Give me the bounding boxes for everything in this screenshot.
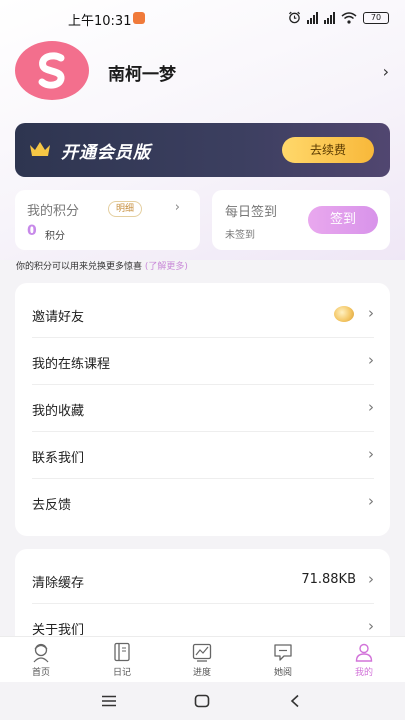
points-detail-tag[interactable]: 明细	[108, 201, 143, 217]
menu-item-label: 我的在练课程	[32, 357, 111, 372]
status-icons: 70	[288, 11, 389, 24]
cache-size: 71.88KB	[301, 572, 356, 587]
sign-in-button[interactable]: 签到	[308, 206, 378, 234]
read-icon	[274, 644, 292, 661]
status-time: 上午10:31	[68, 14, 132, 29]
menu-item-label: 邀请好友	[32, 310, 85, 325]
chevron-right-icon: ›	[368, 617, 374, 635]
hd-signal-icon	[324, 11, 335, 24]
system-navigation-bar	[0, 682, 405, 720]
chevron-right-icon: ›	[368, 304, 374, 322]
menu-item-label: 清除缓存	[32, 576, 85, 591]
points-note: 你的积分可以用来兑换更多惊喜 (了解更多)	[16, 259, 188, 272]
crown-icon	[30, 142, 50, 156]
menu-item-contact-us[interactable]: 联系我们 ›	[32, 432, 374, 479]
progress-icon	[192, 643, 212, 662]
vip-banner[interactable]: 开通会员版 去续费	[15, 123, 390, 177]
bottom-tab-bar: 首页 日记 进度 她阅 我的	[0, 636, 405, 682]
profile-icon	[355, 643, 373, 662]
home-icon[interactable]	[192, 691, 212, 711]
tab-progress[interactable]: 进度	[177, 641, 227, 678]
battery-icon: 70	[363, 11, 389, 24]
points-value: 0	[27, 223, 37, 239]
points-note-text: 你的积分可以用来兑换更多惊喜	[16, 262, 143, 272]
back-icon[interactable]	[285, 691, 305, 711]
tab-label: 她阅	[273, 668, 292, 678]
vip-title: 开通会员版	[61, 143, 151, 163]
settings-list: 清除缓存 71.88KB › 关于我们 ›	[15, 549, 390, 649]
notification-app-icon	[133, 12, 145, 24]
menu-item-feedback[interactable]: 去反馈 ›	[32, 479, 374, 526]
coin-icon	[334, 306, 354, 322]
chevron-right-icon: ›	[368, 570, 374, 588]
renew-button[interactable]: 去续费	[282, 137, 374, 163]
chevron-right-icon: ›	[368, 492, 374, 510]
learn-more-link[interactable]: (了解更多)	[145, 262, 188, 272]
alarm-icon	[288, 11, 301, 24]
tab-label: 首页	[31, 668, 50, 678]
menu-item-my-courses[interactable]: 我的在练课程 ›	[32, 338, 374, 385]
tab-label: 进度	[192, 668, 211, 678]
menu-item-label: 联系我们	[32, 451, 85, 466]
profile-chevron-right-icon[interactable]: ›	[383, 62, 389, 81]
tab-mine[interactable]: 我的	[339, 641, 389, 678]
avatar[interactable]	[15, 41, 89, 100]
sign-in-card: 每日签到 未签到 签到	[212, 190, 390, 250]
points-card[interactable]: 我的积分 明细 › 0 积分	[15, 190, 200, 250]
wifi-icon	[341, 11, 357, 24]
tab-read[interactable]: 她阅	[258, 641, 308, 678]
username[interactable]: 南柯一梦	[108, 60, 176, 85]
chevron-right-icon: ›	[368, 351, 374, 369]
menu-item-label: 我的收藏	[32, 404, 85, 419]
sign-in-title: 每日签到	[225, 205, 278, 220]
menu-item-favorites[interactable]: 我的收藏 ›	[32, 385, 374, 432]
tab-label: 我的	[354, 668, 373, 678]
tab-diary[interactable]: 日记	[97, 641, 147, 678]
menu-list: 邀请好友 › 我的在练课程 › 我的收藏 › 联系我们 › 去反馈 ›	[15, 283, 390, 536]
points-unit: 积分	[45, 231, 65, 242]
menu-item-label: 去反馈	[32, 498, 72, 513]
menu-icon[interactable]	[99, 691, 119, 711]
chevron-right-icon: ›	[368, 398, 374, 416]
menu-item-clear-cache[interactable]: 清除缓存 71.88KB ›	[32, 557, 374, 604]
diary-icon	[114, 642, 130, 662]
home-avatar-icon	[33, 643, 49, 663]
hd-signal-icon	[307, 11, 318, 24]
menu-item-invite-friends[interactable]: 邀请好友 ›	[32, 291, 374, 338]
tab-label: 日记	[112, 668, 131, 678]
tab-home[interactable]: 首页	[16, 641, 66, 678]
status-bar: 上午10:31 70	[0, 0, 405, 36]
points-title: 我的积分	[27, 204, 80, 219]
chevron-right-icon: ›	[368, 445, 374, 463]
sign-in-status: 未签到	[225, 230, 255, 241]
app-logo-s-icon	[38, 51, 65, 89]
points-chevron-right-icon[interactable]: ›	[175, 200, 180, 215]
